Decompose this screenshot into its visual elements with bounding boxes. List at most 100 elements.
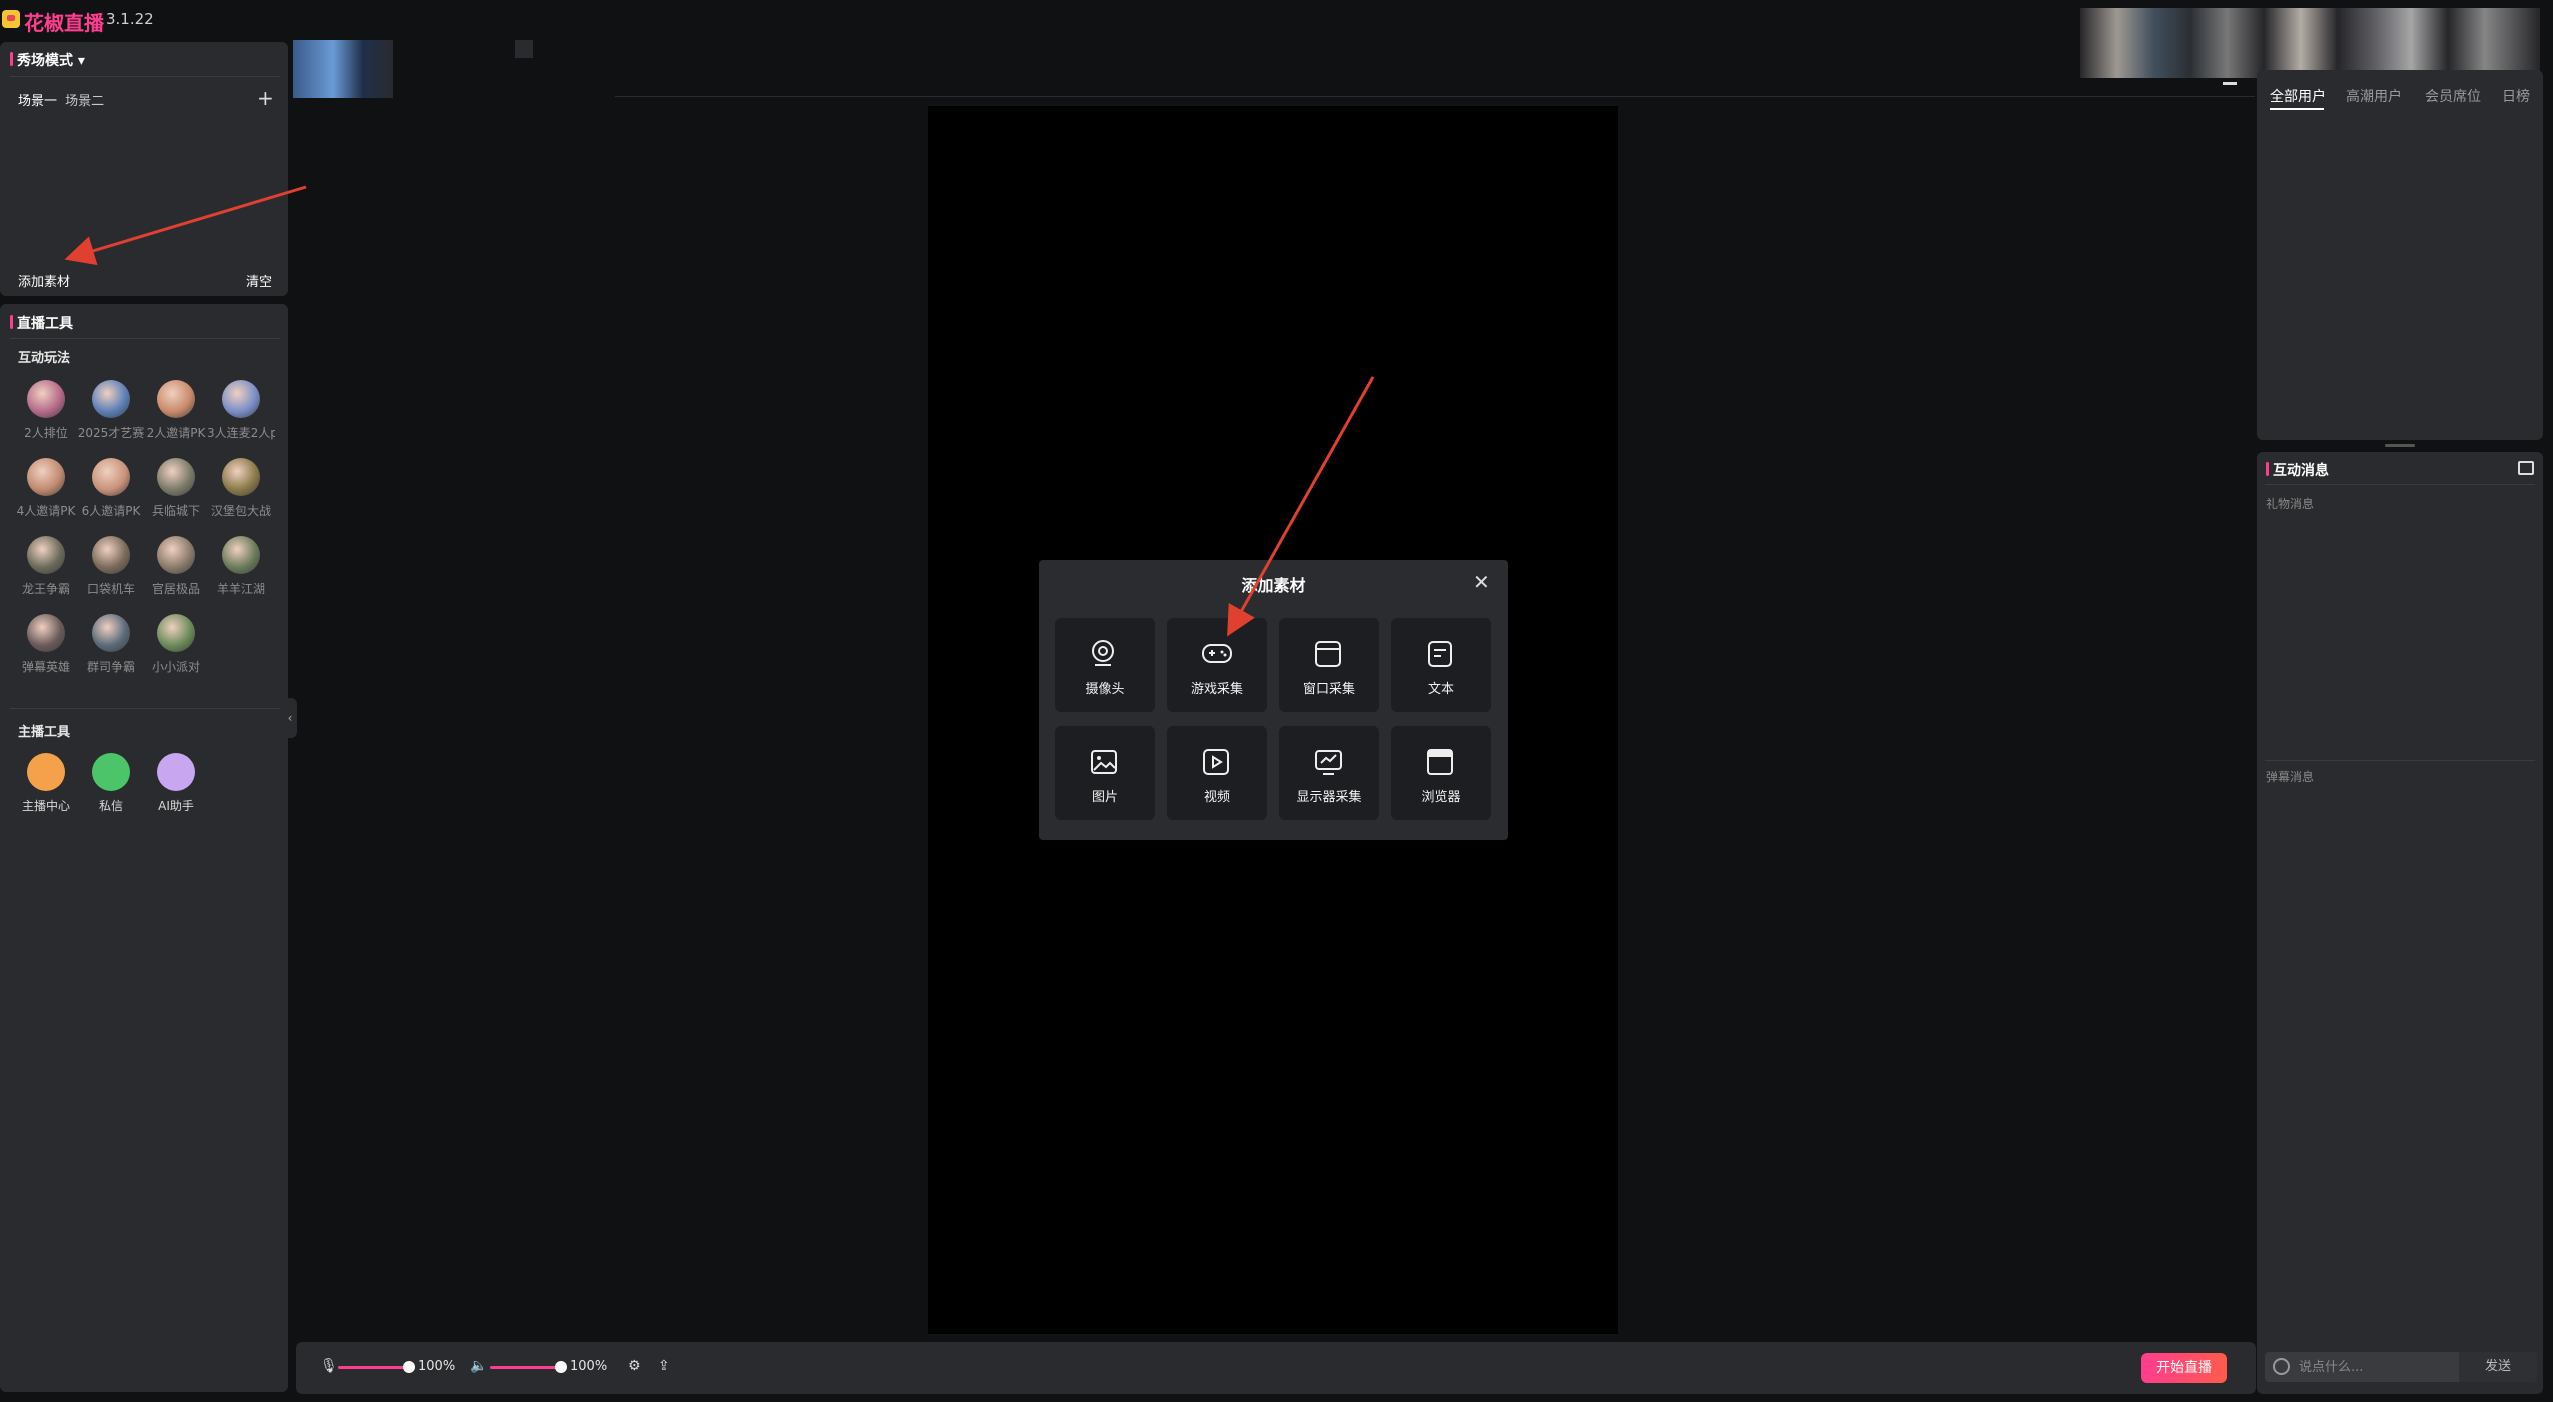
game-thumbnail-icon xyxy=(27,380,65,418)
resize-handle[interactable] xyxy=(2385,444,2415,447)
interactive-item[interactable]: 汉堡包大战 xyxy=(207,458,275,519)
interactive-item-label: 汉堡包大战 xyxy=(210,504,271,518)
game-thumbnail-icon xyxy=(222,458,260,496)
preview-mini-icon xyxy=(2223,82,2237,85)
scene-tab-1[interactable]: 场景一 xyxy=(18,94,57,109)
interactive-item[interactable]: 官居极品 xyxy=(142,536,210,597)
share-icon[interactable]: ⇪ xyxy=(658,1358,670,1374)
camera-icon xyxy=(1092,640,1114,666)
material-option-label: 浏览器 xyxy=(1421,790,1461,805)
interactive-item[interactable]: 口袋机车 xyxy=(77,536,145,597)
speaker-volume-slider[interactable] xyxy=(490,1366,560,1369)
chat-input-box xyxy=(2265,1352,2459,1382)
close-icon[interactable]: ✕ xyxy=(1473,570,1490,594)
material-option-label: 显示器采集 xyxy=(1296,790,1362,805)
interactive-item-label: 2025才艺赛 xyxy=(77,426,145,440)
scene-tab-2[interactable]: 场景二 xyxy=(65,94,104,109)
browser-icon xyxy=(1427,749,1453,775)
blurred-area xyxy=(515,40,533,58)
material-option[interactable]: 窗口采集 xyxy=(1279,618,1379,712)
image-icon xyxy=(1091,750,1117,774)
video-icon xyxy=(1203,749,1229,775)
material-option[interactable]: 图片 xyxy=(1055,726,1155,820)
start-live-button[interactable]: 开始直播 xyxy=(2141,1353,2227,1383)
interactive-item-label: 弹幕英雄 xyxy=(21,660,70,674)
interactive-item[interactable]: 兵临城下 xyxy=(142,458,210,519)
interactive-item[interactable]: 群司争霸 xyxy=(77,614,145,675)
active-tab-underline xyxy=(2270,108,2324,110)
monitor-icon xyxy=(1315,750,1342,775)
game-thumbnail-icon xyxy=(157,536,195,574)
user-list-panel xyxy=(2257,70,2543,440)
interactive-item[interactable]: 羊羊江湖 xyxy=(207,536,275,597)
game-thumbnail-icon xyxy=(157,458,195,496)
game-thumbnail-icon xyxy=(222,380,260,418)
mic-volume-slider[interactable] xyxy=(338,1366,408,1369)
mic-volume-knob[interactable] xyxy=(403,1361,415,1373)
game-thumbnail-icon xyxy=(157,380,195,418)
game-thumbnail-icon xyxy=(92,380,130,418)
material-option[interactable]: 摄像头 xyxy=(1055,618,1155,712)
blurred-avatar xyxy=(293,40,393,98)
material-option[interactable]: 文本 xyxy=(1391,618,1491,712)
host-tool-icon xyxy=(92,753,130,791)
speaker-volume-knob[interactable] xyxy=(555,1361,567,1373)
interactive-item-label: 口袋机车 xyxy=(86,582,135,596)
interactive-item-label: 龙王争霸 xyxy=(21,582,70,596)
host-tool-item[interactable]: 主播中心 xyxy=(12,753,80,814)
settings-icon[interactable]: ⚙ xyxy=(628,1358,641,1374)
tab-daily-rank[interactable]: 日榜 xyxy=(2502,86,2530,106)
material-option-label: 游戏采集 xyxy=(1190,682,1243,697)
tools-panel-title: 直播工具 xyxy=(10,313,73,333)
material-option[interactable]: 显示器采集 xyxy=(1279,726,1379,820)
popout-icon[interactable] xyxy=(2518,461,2534,475)
mode-selector[interactable]: 秀场模式 ▾ xyxy=(10,50,85,70)
add-scene-button[interactable]: + xyxy=(257,86,274,110)
material-option-label: 视频 xyxy=(1203,790,1230,805)
game-thumbnail-icon xyxy=(27,536,65,574)
interactive-item-label: 兵临城下 xyxy=(151,504,200,518)
emoji-icon[interactable] xyxy=(2273,1358,2290,1375)
tab-member-seats[interactable]: 会员席位 xyxy=(2425,86,2481,106)
interactive-item[interactable]: 6人邀请PK xyxy=(77,458,145,519)
host-tool-label: 主播中心 xyxy=(21,799,70,813)
interactive-item-label: 2人邀请PK xyxy=(146,426,206,440)
interactive-item[interactable]: 小小派对 xyxy=(142,614,210,675)
material-option[interactable]: 浏览器 xyxy=(1391,726,1491,820)
host-tool-item[interactable]: AI助手 xyxy=(142,753,210,814)
scene-panel xyxy=(0,42,288,296)
interactive-item-label: 2人排位 xyxy=(24,426,68,440)
interactive-item[interactable]: 弹幕英雄 xyxy=(12,614,80,675)
game-thumbnail-icon xyxy=(27,614,65,652)
interactive-item-label: 小小派对 xyxy=(151,660,200,674)
host-tool-item[interactable]: 私信 xyxy=(77,753,145,814)
interactive-item[interactable]: 3人连麦2人pk xyxy=(207,380,275,441)
interactive-item[interactable]: 2人邀请PK xyxy=(142,380,210,441)
interaction-panel xyxy=(2257,452,2543,1394)
interactive-item[interactable]: 4人邀请PK xyxy=(12,458,80,519)
material-option[interactable]: 游戏采集 xyxy=(1167,618,1267,712)
interactive-item-label: 羊羊江湖 xyxy=(216,582,265,596)
speaker-icon[interactable]: 🔈 xyxy=(470,1358,487,1374)
material-option-label: 文本 xyxy=(1427,682,1454,697)
microphone-icon[interactable]: 🎙 xyxy=(320,1358,338,1374)
interactive-item[interactable]: 龙王争霸 xyxy=(12,536,80,597)
interactive-item-label: 4人邀请PK xyxy=(16,504,76,518)
material-option[interactable]: 视频 xyxy=(1167,726,1267,820)
tab-all-users[interactable]: 全部用户 xyxy=(2270,86,2326,106)
tab-high-users[interactable]: 高潮用户 xyxy=(2346,86,2402,106)
host-section-label: 主播工具 xyxy=(18,725,71,740)
send-button[interactable]: 发送 xyxy=(2459,1352,2537,1382)
clear-button[interactable]: 清空 xyxy=(246,271,272,290)
scene-tabs: 场景一 场景二 xyxy=(18,90,108,109)
chat-input[interactable] xyxy=(2299,1356,2449,1378)
game-thumbnail-icon xyxy=(92,614,130,652)
speaker-volume-value: 100% xyxy=(570,1359,608,1374)
interactive-item[interactable]: 2人排位 xyxy=(12,380,80,441)
add-material-button[interactable]: 添加素材 xyxy=(18,271,70,290)
dialog-title: 添加素材 xyxy=(1241,576,1306,595)
interactive-item[interactable]: 2025才艺赛 xyxy=(77,380,145,441)
collapse-panel-button[interactable]: ‹ xyxy=(283,698,297,738)
app-name: 花椒直播 xyxy=(24,11,104,35)
host-tool-icon xyxy=(157,753,195,791)
